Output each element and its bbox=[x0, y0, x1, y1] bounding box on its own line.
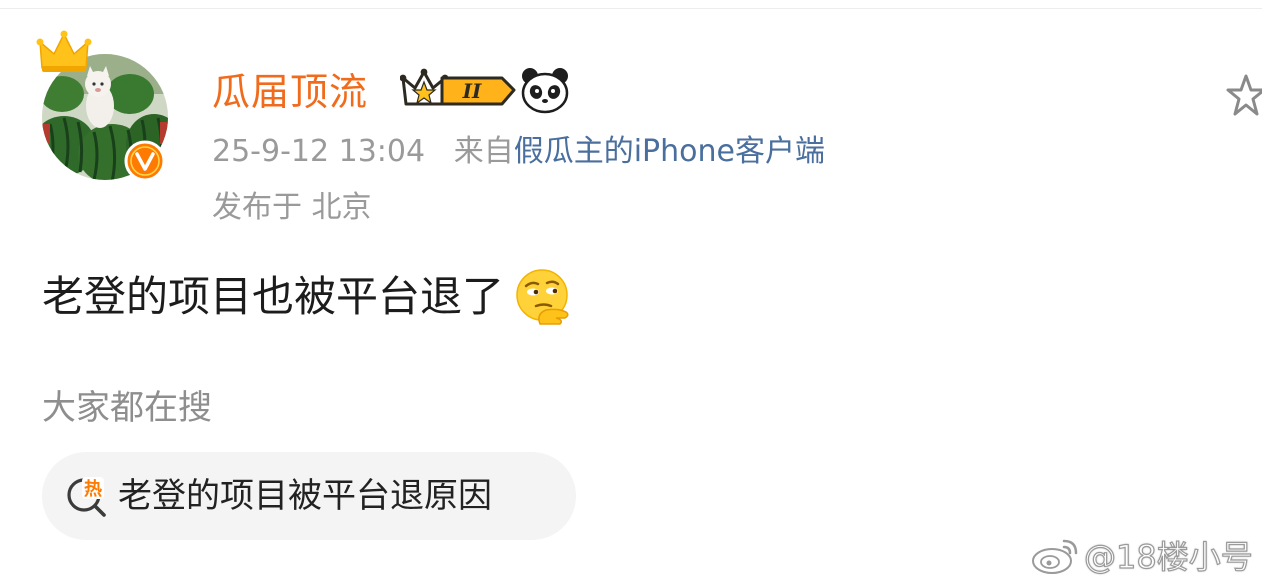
timestamp: 25-9-12 13:04 bbox=[212, 134, 426, 169]
watermark-text: @18楼小号 bbox=[1083, 537, 1253, 576]
username[interactable]: 瓜届顶流 bbox=[212, 66, 368, 118]
source-link[interactable]: 假瓜主的iPhone客户端 bbox=[514, 134, 825, 169]
weibo-logo-icon bbox=[1032, 539, 1078, 574]
verified-icon bbox=[124, 140, 166, 182]
location: 发布于 北京 bbox=[212, 190, 372, 225]
hot-search-text[interactable]: 老登的项目被平台退原因 bbox=[118, 472, 492, 520]
vip-badge-icon[interactable]: II bbox=[400, 68, 518, 112]
hot-search-chip[interactable]: 热 老登的项目被平台退原因 bbox=[42, 452, 576, 540]
avatar-block[interactable] bbox=[36, 30, 176, 190]
watermark: @18楼小号 bbox=[1030, 530, 1253, 580]
hot-label: 热 bbox=[84, 478, 102, 500]
hot-search-icon: 热 bbox=[67, 477, 106, 517]
search-heading: 大家都在搜 bbox=[42, 388, 212, 428]
post-text: 老登的项目也被平台退了 bbox=[42, 272, 505, 321]
crown-icon bbox=[36, 30, 92, 72]
divider bbox=[0, 8, 1262, 9]
source-prefix: 来自 bbox=[453, 134, 514, 169]
vip-level-label: II bbox=[462, 79, 482, 103]
post-meta: 25-9-12 13:04 来自假瓜主的iPhone客户端 bbox=[212, 130, 825, 174]
panda-icon bbox=[521, 68, 569, 114]
star-icon[interactable] bbox=[1224, 72, 1262, 122]
thinking-emoji-icon bbox=[516, 269, 569, 325]
weibo-post-card: 瓜届顶流 II 25-9-12 13:04 来自假瓜主的iPhone客户端 发布… bbox=[0, 0, 1262, 586]
post-body: 老登的项目也被平台退了 bbox=[42, 268, 572, 326]
